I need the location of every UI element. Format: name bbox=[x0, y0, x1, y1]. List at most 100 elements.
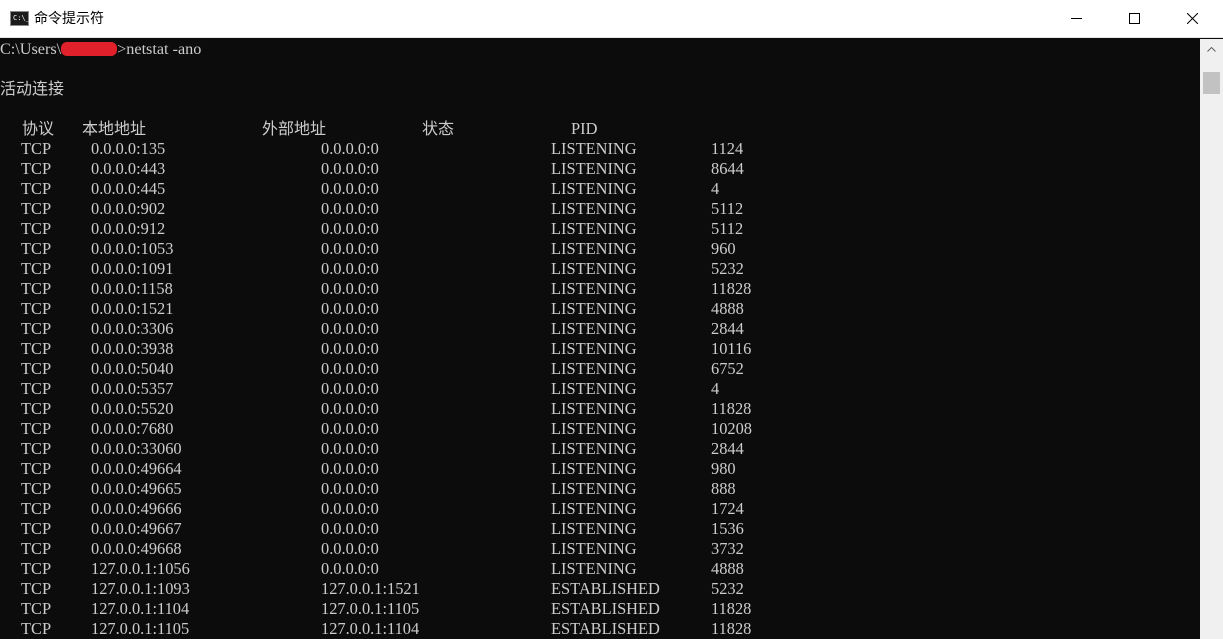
cell-state: LISTENING bbox=[551, 299, 637, 318]
cell-proto: TCP bbox=[21, 499, 52, 518]
cell-local-address: 127.0.0.1:1104 bbox=[91, 599, 190, 618]
cell-proto: TCP bbox=[21, 219, 52, 238]
header-local: 本地地址 bbox=[82, 119, 147, 138]
table-row: TCP 0.0.0.0:49664 0.0.0.0:0 LISTENING 980 bbox=[0, 459, 1200, 479]
cell-pid: 2844 bbox=[711, 319, 744, 338]
cell-state: LISTENING bbox=[551, 159, 637, 178]
cell-foreign-address: 0.0.0.0:0 bbox=[321, 499, 379, 518]
cell-local-address: 0.0.0.0:135 bbox=[91, 139, 166, 158]
cell-state: LISTENING bbox=[551, 499, 637, 518]
cell-foreign-address: 0.0.0.0:0 bbox=[321, 139, 379, 158]
cell-foreign-address: 0.0.0.0:0 bbox=[321, 159, 379, 178]
cell-pid: 1724 bbox=[711, 499, 744, 518]
cell-pid: 4888 bbox=[711, 559, 744, 578]
console-output[interactable]: C:\Users\ >netstat -ano 活动连接 协议 本地地址 外部地址… bbox=[0, 39, 1200, 639]
cell-pid: 980 bbox=[711, 459, 736, 478]
cell-local-address: 0.0.0.0:1053 bbox=[91, 239, 174, 258]
table-row: TCP 0.0.0.0:445 0.0.0.0:0 LISTENING 4 bbox=[0, 179, 1200, 199]
cell-foreign-address: 0.0.0.0:0 bbox=[321, 459, 379, 478]
prompt-path: C:\Users\ bbox=[0, 40, 62, 58]
window-title: 命令提示符 bbox=[34, 11, 104, 27]
vertical-scrollbar[interactable] bbox=[1200, 39, 1223, 639]
cell-foreign-address: 0.0.0.0:0 bbox=[321, 179, 379, 198]
cell-state: LISTENING bbox=[551, 419, 637, 438]
cell-pid: 4 bbox=[711, 179, 720, 198]
cell-state: LISTENING bbox=[551, 379, 637, 398]
minimize-button[interactable] bbox=[1047, 0, 1105, 38]
cell-pid: 5112 bbox=[711, 199, 744, 218]
header-proto: 协议 bbox=[22, 119, 55, 138]
table-row: TCP 0.0.0.0:1091 0.0.0.0:0 LISTENING 5232 bbox=[0, 259, 1200, 279]
table-row: TCP 0.0.0.0:135 0.0.0.0:0 LISTENING 1124 bbox=[0, 139, 1200, 159]
cell-foreign-address: 0.0.0.0:0 bbox=[321, 439, 379, 458]
cell-local-address: 0.0.0.0:912 bbox=[91, 219, 166, 238]
table-row: TCP 127.0.0.1:1104 127.0.0.1:1105 ESTABLISH… bbox=[0, 599, 1200, 619]
cell-proto: TCP bbox=[21, 139, 52, 158]
cell-pid: 4888 bbox=[711, 299, 744, 318]
cell-local-address: 0.0.0.0:49666 bbox=[91, 499, 182, 518]
table-row: TCP 0.0.0.0:443 0.0.0.0:0 LISTENING 8644 bbox=[0, 159, 1200, 179]
table-row: TCP 0.0.0.0:1521 0.0.0.0:0 LISTENING 4888 bbox=[0, 299, 1200, 319]
table-row: TCP 0.0.0.0:49665 0.0.0.0:0 LISTENING 888 bbox=[0, 479, 1200, 499]
cell-state: LISTENING bbox=[551, 539, 637, 558]
cell-proto: TCP bbox=[21, 619, 52, 638]
cell-state: LISTENING bbox=[551, 259, 637, 278]
cell-pid: 1124 bbox=[711, 139, 744, 158]
chevron-up-icon bbox=[1207, 47, 1216, 52]
cell-state: LISTENING bbox=[551, 359, 637, 378]
cell-proto: TCP bbox=[21, 579, 52, 598]
table-row: TCP 0.0.0.0:5357 0.0.0.0:0 LISTENING 4 bbox=[0, 379, 1200, 399]
cell-pid: 960 bbox=[711, 239, 736, 258]
table-row: TCP 0.0.0.0:49667 0.0.0.0:0 LISTENING 1536 bbox=[0, 519, 1200, 539]
cell-state: ESTABLISHED bbox=[551, 579, 660, 598]
cell-state: LISTENING bbox=[551, 479, 637, 498]
cell-pid: 11828 bbox=[711, 279, 752, 298]
cell-pid: 2844 bbox=[711, 439, 744, 458]
cell-foreign-address: 0.0.0.0:0 bbox=[321, 379, 379, 398]
cell-foreign-address: 0.0.0.0:0 bbox=[321, 299, 379, 318]
cell-proto: TCP bbox=[21, 199, 52, 218]
scroll-up-button[interactable] bbox=[1200, 39, 1223, 61]
cell-state: LISTENING bbox=[551, 439, 637, 458]
cell-state: LISTENING bbox=[551, 239, 637, 258]
cell-state: LISTENING bbox=[551, 459, 637, 478]
cell-foreign-address: 0.0.0.0:0 bbox=[321, 359, 379, 378]
table-header: 协议 本地地址 外部地址 状态 PID bbox=[0, 119, 1200, 139]
cell-foreign-address: 0.0.0.0:0 bbox=[321, 219, 379, 238]
table-row: TCP 0.0.0.0:5520 0.0.0.0:0 LISTENING 11828 bbox=[0, 399, 1200, 419]
cell-local-address: 127.0.0.1:1105 bbox=[91, 619, 190, 638]
cell-proto: TCP bbox=[21, 179, 52, 198]
cell-foreign-address: 0.0.0.0:0 bbox=[321, 279, 379, 298]
cell-local-address: 127.0.0.1:1093 bbox=[91, 579, 190, 598]
cell-foreign-address: 0.0.0.0:0 bbox=[321, 479, 379, 498]
cell-pid: 11828 bbox=[711, 599, 752, 618]
cell-local-address: 127.0.0.1:1056 bbox=[91, 559, 190, 578]
maximize-button[interactable] bbox=[1105, 0, 1163, 38]
scroll-thumb[interactable] bbox=[1203, 72, 1220, 94]
table-row: TCP 0.0.0.0:33060 0.0.0.0:0 LISTENING 2844 bbox=[0, 439, 1200, 459]
cell-local-address: 0.0.0.0:5520 bbox=[91, 399, 174, 418]
command-text: >netstat -ano bbox=[117, 40, 202, 58]
cell-proto: TCP bbox=[21, 319, 52, 338]
header-foreign: 外部地址 bbox=[262, 119, 327, 138]
cmd-app-icon[interactable]: C:\_ bbox=[10, 11, 30, 26]
section-title: 活动连接 bbox=[0, 79, 65, 98]
cell-proto: TCP bbox=[21, 359, 52, 378]
cell-pid: 11828 bbox=[711, 619, 752, 638]
table-row: TCP 0.0.0.0:5040 0.0.0.0:0 LISTENING 6752 bbox=[0, 359, 1200, 379]
cell-state: LISTENING bbox=[551, 559, 637, 578]
cell-pid: 3732 bbox=[711, 539, 744, 558]
cell-proto: TCP bbox=[21, 519, 52, 538]
title-bar[interactable]: C:\_ 命令提示符 bbox=[0, 0, 1223, 38]
cell-foreign-address: 0.0.0.0:0 bbox=[321, 399, 379, 418]
cell-proto: TCP bbox=[21, 339, 52, 358]
close-button[interactable] bbox=[1163, 0, 1223, 38]
table-row: TCP 0.0.0.0:912 0.0.0.0:0 LISTENING 5112 bbox=[0, 219, 1200, 239]
cell-foreign-address: 0.0.0.0:0 bbox=[321, 199, 379, 218]
cell-local-address: 0.0.0.0:902 bbox=[91, 199, 166, 218]
table-row: TCP 127.0.0.1:1056 0.0.0.0:0 LISTENING 4888 bbox=[0, 559, 1200, 579]
table-row: TCP 0.0.0.0:1053 0.0.0.0:0 LISTENING 960 bbox=[0, 239, 1200, 259]
cell-proto: TCP bbox=[21, 159, 52, 178]
redacted-username bbox=[61, 41, 118, 56]
cell-state: LISTENING bbox=[551, 399, 637, 418]
